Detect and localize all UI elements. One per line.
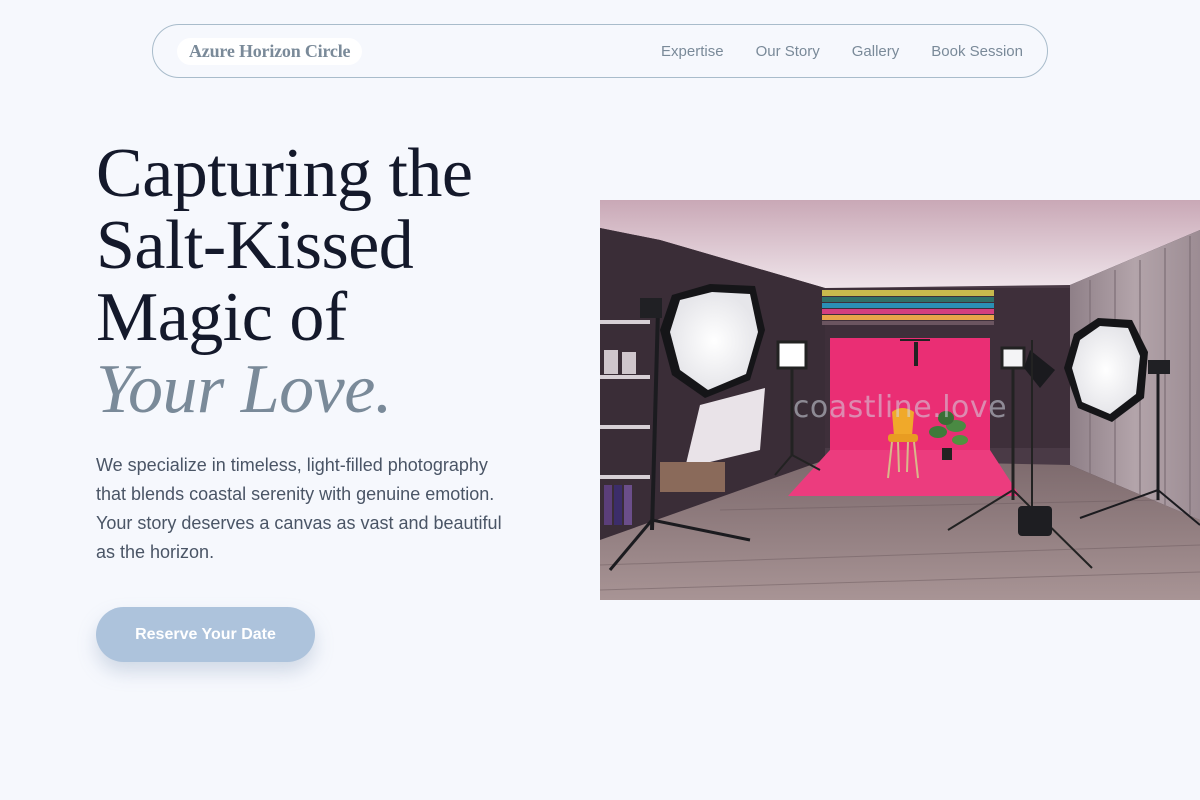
hero-title-line-3: Magic of <box>96 279 347 356</box>
studio-photo: coastline.love <box>600 200 1200 600</box>
equipment-case <box>660 462 725 492</box>
nav-link-gallery[interactable]: Gallery <box>852 43 900 60</box>
nav-link-book-session[interactable]: Book Session <box>931 43 1023 60</box>
studio-illustration <box>600 200 1200 600</box>
backdrop-rolls <box>822 290 994 325</box>
hero-title-line-2: Salt-Kissed <box>96 207 414 284</box>
brand-logo[interactable]: Azure Horizon Circle <box>177 37 363 65</box>
main-nav: Expertise Our Story Gallery Book Session <box>661 43 1023 60</box>
nav-link-expertise[interactable]: Expertise <box>661 43 724 60</box>
reserve-date-button[interactable]: Reserve Your Date <box>96 607 315 662</box>
hero-title: Capturing the Salt-Kissed Magic of Your … <box>96 138 556 426</box>
site-header: Azure Horizon Circle Expertise Our Story… <box>152 24 1048 78</box>
hero-title-accent: Your Love. <box>96 351 392 428</box>
hero-description: We specialize in timeless, light-filled … <box>96 455 502 562</box>
hero-title-line-1: Capturing the <box>96 135 473 212</box>
nav-link-our-story[interactable]: Our Story <box>756 43 820 60</box>
